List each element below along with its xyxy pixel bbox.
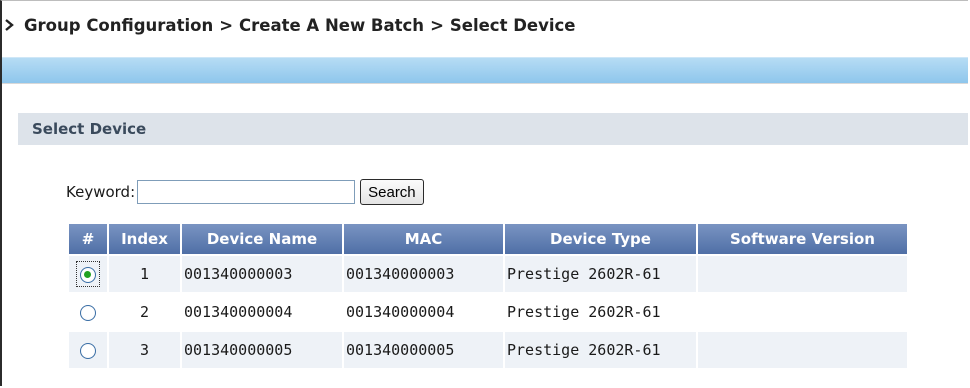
breadcrumb-arrow-icon bbox=[4, 19, 18, 31]
column-header-mac[interactable]: MAC bbox=[344, 224, 503, 254]
keyword-label: Keyword: bbox=[66, 183, 136, 201]
breadcrumb-separator: > bbox=[219, 15, 234, 35]
device-table: # Index Device Name MAC Device Type Soft… bbox=[67, 222, 909, 370]
breadcrumb: Group Configuration > Create A New Batch… bbox=[0, 14, 576, 36]
device-type-cell: Prestige 2602R-61 bbox=[505, 256, 696, 292]
index-cell: 1 bbox=[109, 256, 180, 292]
keyword-input[interactable] bbox=[137, 180, 356, 204]
breadcrumb-item-select-device: Select Device bbox=[449, 15, 576, 35]
software-version-cell bbox=[698, 294, 907, 330]
column-header-device-type[interactable]: Device Type bbox=[505, 224, 696, 254]
column-header-index[interactable]: Index bbox=[109, 224, 180, 254]
device-name-cell: 001340000005 bbox=[182, 332, 342, 368]
header-bar bbox=[2, 57, 968, 84]
mac-cell: 001340000004 bbox=[346, 303, 455, 321]
device-name-cell: 001340000004 bbox=[184, 303, 293, 321]
focus-ring bbox=[76, 261, 100, 287]
select-cell bbox=[69, 256, 107, 292]
table-row[interactable]: 3 001340000005 001340000005 Prestige 260… bbox=[69, 332, 907, 368]
table-header-row: # Index Device Name MAC Device Type Soft… bbox=[69, 224, 907, 254]
breadcrumb-separator: > bbox=[430, 15, 444, 35]
device-type-cell: Prestige 2602R-61 bbox=[507, 303, 661, 321]
software-version-cell bbox=[698, 332, 907, 368]
table-row[interactable]: 1 001340000003 001340000003 Prestige 260… bbox=[69, 256, 907, 292]
column-header-select: # bbox=[69, 224, 107, 254]
search-button[interactable]: Search bbox=[360, 179, 424, 205]
select-cell bbox=[69, 294, 107, 330]
select-cell bbox=[69, 332, 107, 368]
device-name-cell: 001340000003 bbox=[182, 256, 342, 292]
row-radio-button[interactable] bbox=[80, 342, 96, 359]
mac-cell: 001340000005 bbox=[344, 332, 503, 368]
breadcrumb-item-create-batch[interactable]: Create A New Batch bbox=[239, 16, 424, 35]
software-version-cell bbox=[698, 256, 907, 292]
column-header-device-name[interactable]: Device Name bbox=[182, 224, 342, 254]
device-type-cell: Prestige 2602R-61 bbox=[505, 332, 696, 368]
section-header: Select Device bbox=[18, 113, 968, 145]
table-row[interactable]: 2 001340000004 001340000004 Prestige 260… bbox=[69, 294, 907, 330]
index-cell: 2 bbox=[139, 303, 150, 321]
row-radio-button[interactable] bbox=[80, 304, 96, 321]
column-header-software-version[interactable]: Software Version bbox=[698, 224, 907, 254]
section-title: Select Device bbox=[32, 120, 147, 138]
row-radio-button[interactable] bbox=[80, 266, 96, 283]
breadcrumb-item-group-configuration[interactable]: Group Configuration bbox=[24, 16, 213, 35]
search-row: Keyword: Search bbox=[66, 179, 424, 205]
mac-cell: 001340000003 bbox=[344, 256, 503, 292]
index-cell: 3 bbox=[109, 332, 180, 368]
